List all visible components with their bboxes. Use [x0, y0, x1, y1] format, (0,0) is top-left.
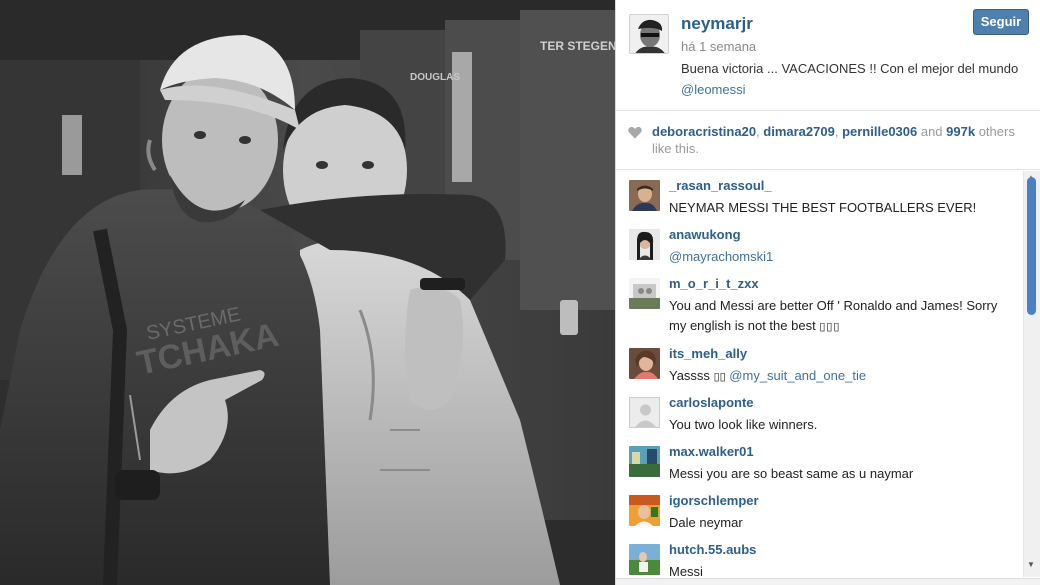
commenter-avatar[interactable]	[629, 544, 660, 575]
commenter-username[interactable]: max.walker01	[669, 444, 754, 459]
author-username[interactable]: neymarjr	[681, 14, 753, 34]
comment-text: You two look like winners.	[669, 415, 1014, 435]
heart-icon[interactable]	[628, 126, 642, 139]
comments-list[interactable]: _rasan_rassoul_ NEYMAR MESSI THE BEST FO…	[616, 171, 1024, 581]
liker-link[interactable]: deboracristina20	[652, 124, 756, 139]
comment-body: Yassss	[669, 368, 714, 383]
commenter-username[interactable]: hutch.55.aubs	[669, 542, 756, 557]
post-timestamp: há 1 semana	[681, 39, 757, 54]
caption-mention-link[interactable]: @leomessi	[681, 82, 746, 97]
comment-mention-link[interactable]: @mayrachomski1	[669, 249, 773, 264]
comment-body: Messi you are so beast same as u naymar	[669, 466, 914, 481]
likes-summary: deboracristina20, dimara2709, pernille03…	[652, 123, 1032, 157]
commenter-avatar[interactable]	[629, 278, 660, 309]
locker-label-douglas: DOUGLAS	[410, 72, 460, 83]
commenter-username[interactable]: igorschlemper	[669, 493, 759, 508]
commenter-username[interactable]: anawukong	[669, 227, 741, 242]
locker-label-ter-stegen: TER STEGEN	[540, 39, 615, 53]
comment-input-bar	[616, 578, 1040, 585]
follow-button[interactable]: Seguir	[973, 9, 1029, 35]
comment-text: @mayrachomski1	[669, 247, 1014, 267]
scrollbar-thumb[interactable]	[1027, 177, 1036, 315]
post-side-panel: neymarjr há 1 semana Buena victoria ... …	[615, 0, 1040, 585]
post-photo: DOUGLAS TER STEGEN SYSTEME TCHAKA	[0, 0, 615, 585]
likes-section: deboracristina20, dimara2709, pernille03…	[616, 110, 1040, 170]
commenter-avatar[interactable]	[629, 495, 660, 526]
comment-body: NEYMAR MESSI THE BEST FOOTBALLERS EVER!	[669, 200, 977, 215]
commenter-avatar[interactable]	[629, 229, 660, 260]
commenter-username[interactable]: carloslaponte	[669, 395, 754, 410]
likes-count[interactable]: 997k	[946, 124, 975, 139]
unrendered-emoji: ▯▯▯	[819, 321, 841, 333]
post-caption: Buena victoria ... VACACIONES !! Con el …	[681, 58, 1021, 100]
commenter-username[interactable]: _rasan_rassoul_	[669, 178, 772, 193]
comment-body: Dale neymar	[669, 515, 743, 530]
commenter-avatar[interactable]	[629, 180, 660, 211]
comment-body: You two look like winners.	[669, 417, 818, 432]
commenter-username[interactable]: m_o_r_i_t_zxx	[669, 276, 759, 291]
likes-and-text: and	[917, 124, 947, 139]
comments-scrollbar[interactable]: ▲ ▼	[1023, 171, 1040, 577]
comment-text: Messi you are so beast same as u naymar	[669, 464, 1014, 484]
comment-text: NEYMAR MESSI THE BEST FOOTBALLERS EVER!	[669, 198, 1014, 218]
scroll-down-arrow-icon[interactable]: ▼	[1027, 560, 1035, 570]
liker-link[interactable]: pernille0306	[842, 124, 917, 139]
commenter-username[interactable]: its_meh_ally	[669, 346, 747, 361]
likes-separator: ,	[834, 124, 843, 139]
commenter-avatar[interactable]	[629, 446, 660, 477]
liker-link[interactable]: dimara2709	[763, 124, 835, 139]
author-avatar[interactable]	[629, 14, 669, 54]
commenter-avatar[interactable]	[629, 348, 660, 379]
commenter-avatar[interactable]	[629, 397, 660, 428]
comment-text: Dale neymar	[669, 513, 1014, 533]
post-header: neymarjr há 1 semana Buena victoria ... …	[616, 0, 1040, 110]
comment-mention-link[interactable]: @my_suit_and_one_tie	[729, 368, 866, 383]
caption-text: Buena victoria ... VACACIONES !! Con el …	[681, 61, 1019, 76]
comment-text: You and Messi are better Off ' Ronaldo a…	[669, 296, 1014, 337]
unrendered-emoji: ▯▯	[713, 371, 726, 383]
comment-body: Messi	[669, 564, 703, 579]
comment-text: Yassss ▯▯ @my_suit_and_one_tie	[669, 366, 1014, 387]
